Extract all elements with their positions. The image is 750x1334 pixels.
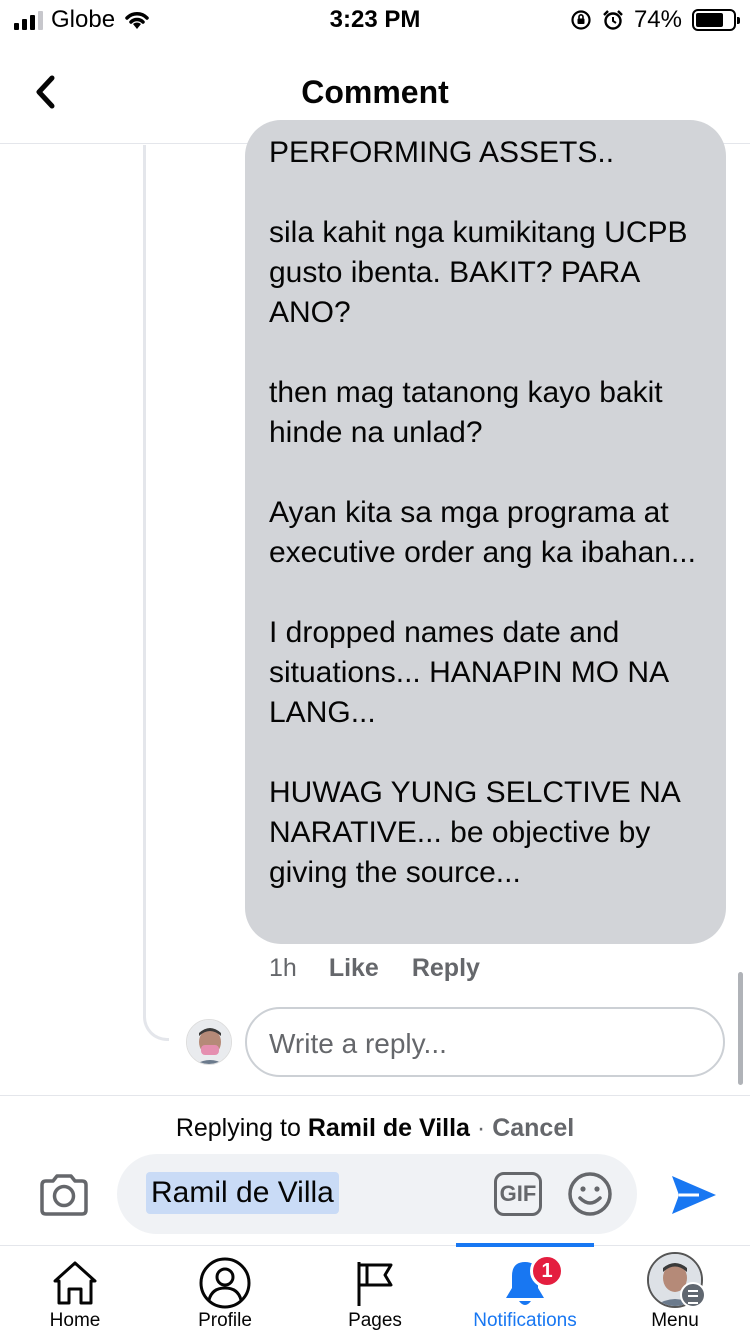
like-button[interactable]: Like (329, 954, 379, 983)
comment-timestamp: 1h (269, 954, 297, 982)
tab-profile-label: Profile (198, 1310, 252, 1331)
send-button[interactable] (669, 1172, 719, 1218)
tab-notifications-label: Notifications (473, 1310, 577, 1331)
reply-composer: Replying to Ramil de Villa · Cancel Rami… (0, 1095, 750, 1245)
page-title: Comment (301, 74, 449, 110)
comment-text: PERFORMING ASSETS.. sila kahit nga kumik… (269, 136, 696, 889)
avatar (186, 1019, 232, 1065)
profile-icon (199, 1257, 251, 1309)
thread-connector-line (143, 145, 169, 1041)
user-avatar-icon (187, 1020, 231, 1064)
tab-profile[interactable]: Profile (150, 1246, 300, 1334)
smiley-icon (568, 1172, 612, 1216)
tab-notifications[interactable]: 1 Notifications (450, 1246, 600, 1334)
emoji-button[interactable] (567, 1171, 613, 1217)
tab-pages-label: Pages (348, 1310, 402, 1331)
battery-percent: 74% (633, 6, 682, 33)
separator-dot: · (476, 1114, 486, 1142)
comment-input[interactable]: Ramil de Villa GIF (117, 1154, 637, 1234)
scrollbar[interactable] (738, 972, 743, 1085)
reply-button[interactable]: Reply (412, 954, 480, 983)
send-icon (672, 1176, 716, 1214)
notification-count-badge: 1 (530, 1254, 564, 1288)
reply-placeholder: Write a reply... (269, 1028, 447, 1059)
menu-lines-icon (680, 1282, 706, 1308)
status-bar: Globe 3:23 PM 74% (0, 0, 750, 40)
tab-menu[interactable]: Menu (600, 1246, 750, 1334)
comment-actions: 1h Like Reply (269, 954, 513, 983)
alarm-icon (603, 10, 623, 30)
write-reply-field[interactable]: Write a reply... (245, 1007, 725, 1077)
battery-icon (692, 9, 740, 31)
tab-menu-label: Menu (651, 1310, 699, 1331)
camera-icon (40, 1174, 88, 1216)
replying-to-bar: Replying to Ramil de Villa · Cancel (0, 1114, 750, 1143)
comment-bubble[interactable]: PERFORMING ASSETS.. sila kahit nga kumik… (245, 120, 726, 944)
tab-home-label: Home (49, 1310, 101, 1331)
cancel-reply-button[interactable]: Cancel (492, 1114, 574, 1142)
replying-name[interactable]: Ramil de Villa (308, 1114, 470, 1142)
camera-button[interactable] (38, 1172, 90, 1218)
tab-home[interactable]: Home (0, 1246, 150, 1334)
replying-prefix: Replying to (175, 1114, 301, 1142)
home-icon (53, 1261, 97, 1305)
tab-pages[interactable]: Pages (300, 1246, 450, 1334)
orientation-lock-icon (571, 10, 591, 30)
flag-icon (357, 1262, 393, 1306)
mention-tag[interactable]: Ramil de Villa (146, 1172, 339, 1214)
gif-button[interactable]: GIF (494, 1172, 542, 1216)
bottom-tab-bar: Home Profile Pages 1 Notifications Menu (0, 1243, 750, 1334)
